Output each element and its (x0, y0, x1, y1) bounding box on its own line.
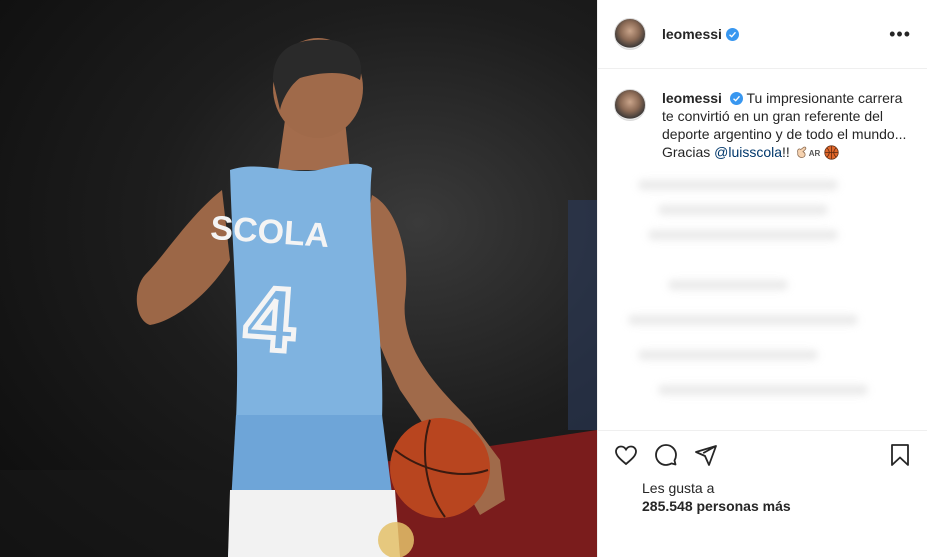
post-side-panel: leomessi ••• leomessi Tu impresionante c… (597, 0, 927, 557)
caption-suffix: !! (782, 144, 790, 160)
argentina-flag-icon: AR (808, 149, 821, 158)
likes-count: 285.548 (642, 498, 693, 514)
post-photo[interactable]: SCOLA 4 (0, 0, 597, 557)
post-header: leomessi ••• (598, 0, 927, 69)
post-actions: Les gusta a 285.548 personas más (598, 430, 927, 540)
likes-count-line: 285.548 personas más (642, 497, 884, 515)
blurred-comments (598, 160, 927, 430)
verified-badge-icon (729, 92, 743, 105)
likes-summary[interactable]: Les gusta a 285.548 personas más (598, 479, 927, 515)
caption-username[interactable]: leomessi (662, 90, 722, 106)
caption-avatar[interactable] (614, 89, 646, 121)
avatar[interactable] (614, 18, 646, 50)
header-username[interactable]: leomessi (662, 26, 722, 42)
likes-suffix: personas más (692, 498, 791, 514)
caption: leomessi Tu impresionante carrera te con… (598, 69, 927, 163)
caption-text: leomessi Tu impresionante carrera te con… (662, 89, 911, 163)
share-send-icon[interactable] (694, 443, 718, 467)
basketball (390, 418, 490, 518)
sun-emblem (378, 522, 414, 557)
more-options-icon[interactable]: ••• (889, 24, 911, 45)
clapping-hands-icon (796, 146, 806, 158)
player-illustration: SCOLA 4 (0, 38, 597, 557)
jersey-number: 4 (242, 268, 299, 371)
instagram-post: SCOLA 4 leomessi ••• leomessi Tu impresi… (0, 0, 927, 557)
comment-icon[interactable] (654, 443, 678, 467)
action-icons (598, 431, 927, 479)
likes-label: Les gusta a (642, 480, 715, 496)
mention-link[interactable]: @luisscola (714, 144, 782, 160)
verified-badge-icon (725, 27, 739, 41)
background-person (568, 200, 597, 430)
save-bookmark-icon[interactable] (888, 443, 912, 467)
like-heart-icon[interactable] (614, 443, 638, 467)
shorts-white-band (228, 490, 400, 557)
basketball-icon (824, 145, 839, 160)
